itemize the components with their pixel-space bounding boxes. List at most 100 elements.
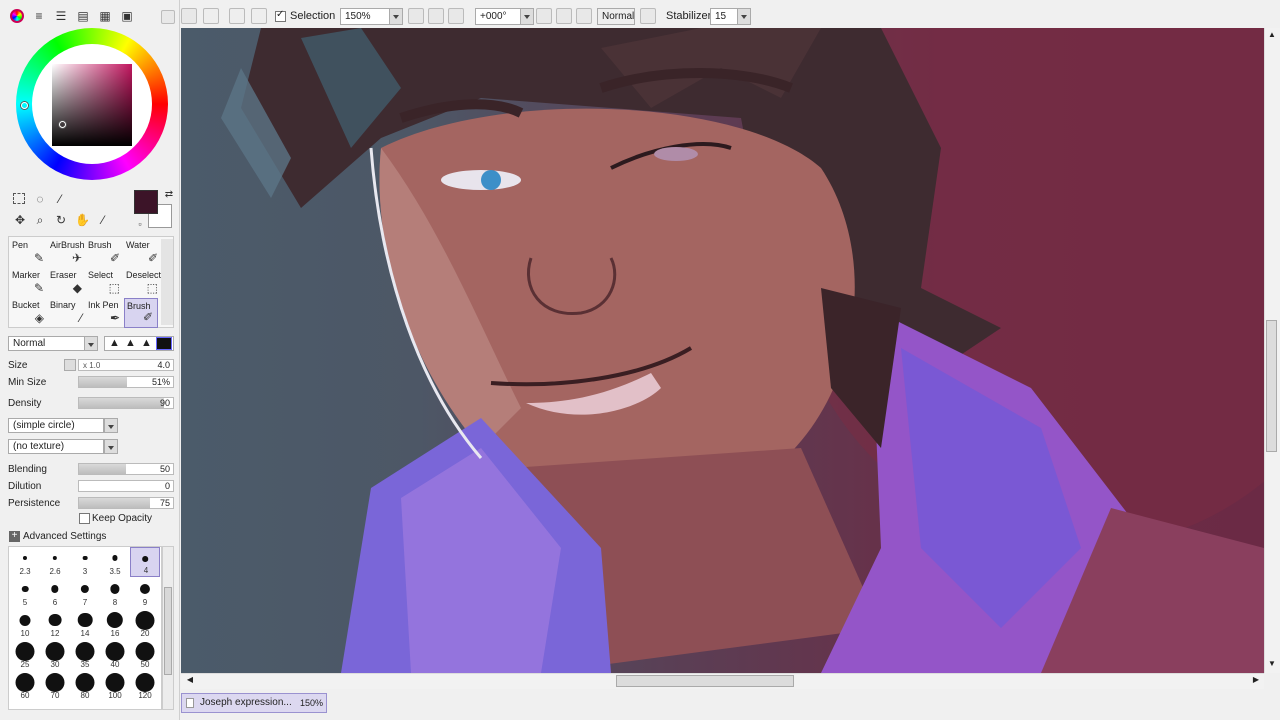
canvas-vertical-scroll-thumb[interactable] bbox=[1266, 320, 1277, 452]
brush-bucket[interactable]: Bucket ◈ bbox=[10, 298, 48, 328]
size-preset-14[interactable]: 14 bbox=[70, 609, 100, 639]
size-dropdown-button[interactable] bbox=[64, 359, 76, 371]
deselect-all-icon[interactable] bbox=[229, 8, 245, 24]
stabilizer-dropdown-button[interactable] bbox=[737, 8, 751, 25]
foreground-color-swatch[interactable] bbox=[134, 190, 158, 214]
scroll-right-icon[interactable]: ▶ bbox=[1250, 675, 1262, 687]
blend-mode-dropdown-button[interactable] bbox=[84, 336, 98, 351]
zoom-icon[interactable]: ⌕ bbox=[33, 213, 47, 227]
size-preset-3[interactable]: 3 bbox=[70, 547, 100, 577]
swatch-grid-icon[interactable]: ▦ bbox=[98, 9, 112, 23]
size-preset-60[interactable]: 60 bbox=[10, 671, 40, 701]
brush-select[interactable]: Select ⬚ bbox=[86, 268, 124, 298]
size-preset-2-3[interactable]: 2.3 bbox=[10, 547, 40, 577]
drawing-canvas[interactable] bbox=[181, 28, 1264, 673]
rotate-left-icon[interactable] bbox=[536, 8, 552, 24]
size-presets-scroll-thumb[interactable] bbox=[164, 587, 172, 675]
brush-airbrush[interactable]: AirBrush ✈ bbox=[48, 238, 86, 268]
size-preset-6[interactable]: 6 bbox=[40, 578, 70, 608]
size-preset-80[interactable]: 80 bbox=[70, 671, 100, 701]
flip-icon[interactable] bbox=[640, 8, 656, 24]
saturation-value-square[interactable] bbox=[52, 64, 132, 146]
scroll-down-icon[interactable]: ▼ bbox=[1266, 659, 1278, 671]
size-preset-40[interactable]: 40 bbox=[100, 640, 130, 670]
eyedropper-icon[interactable]: ⁄ bbox=[96, 213, 110, 227]
zoom-out-icon[interactable] bbox=[408, 8, 424, 24]
rotate-icon[interactable]: ↻ bbox=[54, 213, 68, 227]
size-preset-30[interactable]: 30 bbox=[40, 640, 70, 670]
invert-selection-icon[interactable] bbox=[251, 8, 267, 24]
scroll-left-icon[interactable]: ◀ bbox=[184, 675, 196, 687]
brush-texture-dropdown-button[interactable] bbox=[104, 439, 118, 454]
shape-hard-icon[interactable]: ▲ bbox=[109, 337, 120, 349]
shape-soft-icon[interactable]: ▲ bbox=[141, 337, 152, 349]
brush-shape-dropdown-button[interactable] bbox=[104, 418, 118, 433]
size-preset-20[interactable]: 20 bbox=[130, 609, 160, 639]
brush-shape-selector[interactable]: ▲ ▲ ▲ bbox=[104, 336, 174, 351]
brush-deselect[interactable]: Deselect ⬚ bbox=[124, 268, 162, 298]
size-preset-50[interactable]: 50 bbox=[130, 640, 160, 670]
brush-eraser[interactable]: Eraser ◆ bbox=[48, 268, 86, 298]
size-preset-4[interactable]: 4 bbox=[130, 547, 160, 577]
keep-opacity-checkbox[interactable] bbox=[79, 513, 90, 524]
zoom-dropdown-button[interactable] bbox=[389, 8, 403, 25]
size-preset-5[interactable]: 5 bbox=[10, 578, 40, 608]
brush-brush[interactable]: Brush ✐ bbox=[86, 238, 124, 268]
selection-checkbox[interactable] bbox=[275, 9, 286, 22]
size-preset-9[interactable]: 9 bbox=[130, 578, 160, 608]
size-preset-70[interactable]: 70 bbox=[40, 671, 70, 701]
advanced-settings-expand-icon[interactable]: + bbox=[9, 531, 20, 542]
grid-icon[interactable]: ▤ bbox=[76, 9, 90, 23]
palette-icon[interactable]: ▣ bbox=[120, 9, 134, 23]
shape-square-icon[interactable] bbox=[156, 337, 172, 350]
brush-texture-select[interactable]: (no texture) bbox=[8, 439, 104, 454]
transparent-color-icon[interactable]: ▫ bbox=[133, 217, 147, 231]
list-icon[interactable]: ☰ bbox=[54, 9, 68, 23]
zoom-in-icon[interactable] bbox=[428, 8, 444, 24]
size-preset-7[interactable]: 7 bbox=[70, 578, 100, 608]
brush-ink-pen[interactable]: Ink Pen ✒ bbox=[86, 298, 124, 328]
brush-marker[interactable]: Marker ✎ bbox=[10, 268, 48, 298]
size-preset-8[interactable]: 8 bbox=[100, 578, 130, 608]
rotate-reset-icon[interactable] bbox=[576, 8, 592, 24]
brush-custom-selected[interactable]: Brush ✐ bbox=[124, 298, 158, 328]
size-preset-16[interactable]: 16 bbox=[100, 609, 130, 639]
dilution-slider[interactable]: 0 bbox=[78, 480, 174, 492]
zoom-reset-icon[interactable] bbox=[448, 8, 464, 24]
move-icon[interactable]: ✥ bbox=[13, 213, 27, 227]
undo-icon[interactable] bbox=[181, 8, 197, 24]
size-preset-100[interactable]: 100 bbox=[100, 671, 130, 701]
swap-colors-icon[interactable]: ⇄ bbox=[162, 188, 176, 202]
rotation-combo[interactable]: +000° bbox=[475, 8, 521, 25]
brush-binary[interactable]: Binary ⁄ bbox=[48, 298, 86, 328]
rotation-dropdown-button[interactable] bbox=[520, 8, 534, 25]
brush-shape-select[interactable]: (simple circle) bbox=[8, 418, 104, 433]
color-wheel-icon[interactable] bbox=[10, 9, 24, 23]
document-tab[interactable]: Joseph expression... 150% bbox=[181, 693, 327, 713]
zoom-combo[interactable]: 150% bbox=[340, 8, 390, 25]
hand-icon[interactable]: ✋ bbox=[75, 213, 90, 227]
size-preset-120[interactable]: 120 bbox=[130, 671, 160, 701]
size-preset-12[interactable]: 12 bbox=[40, 609, 70, 639]
rotate-right-icon[interactable] bbox=[556, 8, 572, 24]
brush-pen[interactable]: Pen ✎ bbox=[10, 238, 48, 268]
size-preset-10[interactable]: 10 bbox=[10, 609, 40, 639]
persistence-slider[interactable]: 75 bbox=[78, 497, 174, 509]
density-slider[interactable]: 90 bbox=[78, 397, 174, 409]
brush-grid-scrollbar[interactable] bbox=[161, 239, 173, 325]
size-slider[interactable]: x 1.0 4.0 bbox=[78, 359, 174, 371]
canvas-horizontal-scroll-thumb[interactable] bbox=[616, 675, 794, 687]
size-preset-3-5[interactable]: 3.5 bbox=[100, 547, 130, 577]
view-mode-combo[interactable]: Normal bbox=[597, 8, 635, 25]
stabilizer-combo[interactable]: 15 bbox=[710, 8, 738, 25]
rect-select-icon[interactable] bbox=[13, 193, 25, 204]
redo-icon[interactable] bbox=[203, 8, 219, 24]
size-preset-35[interactable]: 35 bbox=[70, 640, 100, 670]
brush-blend-mode-select[interactable]: Normal bbox=[8, 336, 92, 351]
hue-marker[interactable] bbox=[21, 102, 28, 109]
sv-marker[interactable] bbox=[59, 121, 66, 128]
size-preset-25[interactable]: 25 bbox=[10, 640, 40, 670]
brush-water[interactable]: Water ✐ bbox=[124, 238, 162, 268]
size-preset-2-6[interactable]: 2.6 bbox=[40, 547, 70, 577]
min-size-slider[interactable]: 51% bbox=[78, 376, 174, 388]
